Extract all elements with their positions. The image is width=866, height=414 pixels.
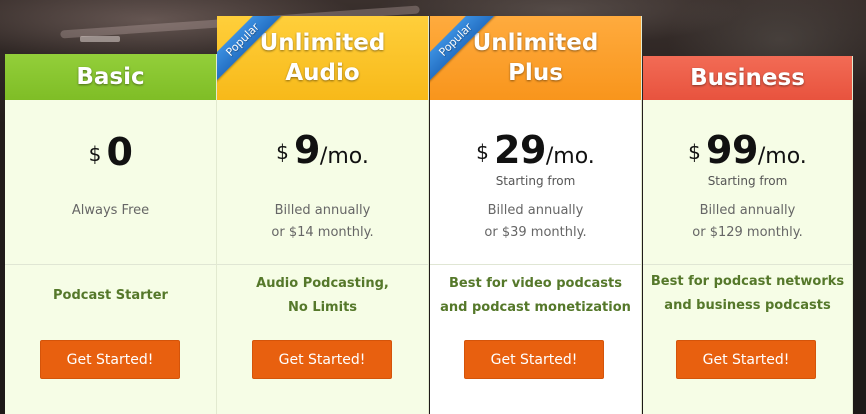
get-started-button-unlimited-audio[interactable]: Get Started!: [252, 340, 392, 379]
billing-info: Always Free: [5, 200, 216, 222]
plan-price: $ 29/mo.: [430, 128, 641, 172]
plan-feature: Audio Podcasting, No Limits: [217, 272, 428, 320]
plan-name-line: Plus: [508, 60, 563, 86]
get-started-button-unlimited-plus[interactable]: Get Started!: [464, 340, 604, 379]
get-started-button-basic[interactable]: Get Started!: [40, 340, 180, 379]
starting-from-label: Starting from: [495, 174, 576, 188]
get-started-button-business[interactable]: Get Started!: [676, 340, 816, 379]
plan-card-basic: Basic $ 0 Always Free Podcast Starter Ge…: [5, 54, 217, 414]
plan-price: $ 9/mo.: [217, 128, 428, 172]
divider: [5, 264, 216, 265]
billing-line: or $129 monthly.: [692, 225, 803, 240]
feature-line: Podcast Starter: [53, 288, 168, 303]
billing-info: Billed annually or $14 monthly.: [217, 200, 428, 244]
plan-name-line: Audio: [285, 60, 360, 86]
feature-line: Best for video podcasts: [449, 276, 622, 291]
plan-feature: Podcast Starter: [5, 284, 216, 308]
starting-from-label: Starting from: [707, 174, 788, 188]
feature-line: and business podcasts: [664, 298, 831, 313]
plan-name: Basic: [76, 64, 145, 90]
plan-title: Business: [643, 56, 852, 100]
price-amount: 9: [293, 128, 320, 172]
billing-line: or $14 monthly.: [271, 225, 374, 240]
price-period: /mo.: [545, 144, 595, 169]
feature-line: No Limits: [287, 300, 358, 315]
plan-name: Business: [690, 65, 805, 91]
billing-line: or $39 monthly.: [484, 225, 587, 240]
plan-title: Basic: [5, 54, 216, 100]
currency-symbol: $: [688, 140, 701, 164]
billing-info: Billed annually or $129 monthly.: [643, 200, 852, 244]
divider: [217, 264, 428, 265]
divider: [643, 264, 852, 265]
plan-price: $ 99/mo.: [643, 128, 852, 172]
feature-line: Audio Podcasting,: [256, 276, 389, 291]
price-period: /mo.: [319, 144, 369, 169]
plan-card-unlimited-plus: Unlimited Plus Popular $ 29/mo. Starting…: [430, 16, 642, 414]
price-amount: 0: [106, 130, 133, 174]
plan-name-line: Unlimited: [472, 30, 599, 56]
feature-line: and podcast monetization: [440, 300, 631, 315]
feature-line: Best for podcast networks: [650, 274, 845, 289]
currency-symbol: $: [476, 140, 489, 164]
currency-symbol: $: [88, 142, 102, 166]
currency-symbol: $: [276, 140, 289, 164]
price-amount: 29: [494, 128, 546, 172]
billing-info: Billed annually or $39 monthly.: [430, 200, 641, 244]
plan-feature: Best for podcast networks and business p…: [643, 270, 852, 318]
plan-feature: Best for video podcasts and podcast mone…: [430, 272, 641, 320]
divider: [430, 264, 641, 265]
billing-line: Billed annually: [487, 203, 584, 218]
price-period: /mo.: [757, 144, 807, 169]
plan-price: $ 0: [5, 130, 216, 174]
billing-line: Billed annually: [274, 203, 371, 218]
plan-name-line: Unlimited: [259, 30, 386, 56]
price-amount: 99: [706, 128, 758, 172]
plan-card-unlimited-audio: Unlimited Audio Popular $ 9/mo. Billed a…: [217, 16, 429, 414]
billing-line: Billed annually: [699, 203, 796, 218]
plan-card-business: Business $ 99/mo. Starting from Billed a…: [643, 56, 853, 414]
billing-line: Always Free: [71, 203, 150, 218]
